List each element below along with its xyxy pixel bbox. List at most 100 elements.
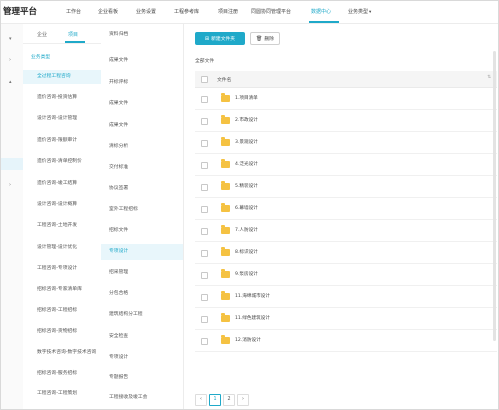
file-name[interactable]: 7.人防设计 bbox=[235, 227, 258, 233]
category-item[interactable]: 造价咨询-竣工结算 bbox=[23, 177, 101, 191]
nav-workbench[interactable]: 工作台 bbox=[66, 8, 81, 15]
row-checkbox[interactable] bbox=[201, 206, 208, 213]
app-window: 管理平台 工作台 企业看板 业务设置 工程参考库 项目注册 同圆协同管理平台 数… bbox=[0, 0, 499, 410]
row-checkbox[interactable] bbox=[201, 316, 208, 323]
tab-enterprise[interactable]: 企业 bbox=[37, 31, 47, 38]
category-item[interactable]: 招标咨询-服务招标 bbox=[23, 367, 101, 381]
scrollbar[interactable] bbox=[493, 51, 496, 341]
category-item[interactable]: 招标咨询-专家清单库 bbox=[23, 283, 101, 297]
table-row[interactable]: 6.幕墙设计 bbox=[195, 198, 497, 220]
subcategory-item[interactable]: 专题报告 bbox=[101, 370, 183, 386]
file-name[interactable]: 2.市政设计 bbox=[235, 117, 258, 123]
file-panel: ⊞ 新建文件夹 🗑 删除 全部文件 文件名 ⇅ 1.项目清单 2.市政设计 3.… bbox=[187, 24, 498, 409]
subcategory-item[interactable]: 招标文件 bbox=[101, 223, 183, 239]
row-checkbox[interactable] bbox=[201, 250, 208, 257]
tab-project[interactable]: 项目 bbox=[68, 31, 78, 38]
page-button-1[interactable]: 1 bbox=[209, 394, 221, 406]
new-folder-label: 新建文件夹 bbox=[211, 37, 236, 42]
category-item[interactable]: 数字技术咨询-数字技术咨询 bbox=[23, 346, 101, 360]
subcategory-item[interactable]: 清标分析 bbox=[101, 139, 183, 155]
row-checkbox[interactable] bbox=[201, 140, 208, 147]
rail-chevron-right-icon[interactable]: › bbox=[9, 182, 11, 188]
new-folder-button[interactable]: ⊞ 新建文件夹 bbox=[195, 32, 245, 45]
file-name[interactable]: 3.景观设计 bbox=[235, 139, 258, 145]
table-row[interactable]: 11.绿色建筑设计 bbox=[195, 308, 497, 330]
nav-data-center[interactable]: 数据中心 bbox=[311, 8, 331, 15]
next-page-button[interactable]: › bbox=[237, 394, 249, 406]
row-checkbox[interactable] bbox=[201, 338, 208, 345]
delete-button[interactable]: 🗑 删除 bbox=[250, 32, 280, 45]
file-name[interactable]: 9.泵房设计 bbox=[235, 271, 258, 277]
subcategory-item[interactable]: 开标评标 bbox=[101, 75, 183, 91]
table-row[interactable]: 11.海绵城市设计 bbox=[195, 286, 497, 308]
file-name[interactable]: 4.泛光设计 bbox=[235, 161, 258, 167]
subcategory-item[interactable]: 成果文件 bbox=[101, 96, 183, 112]
category-item[interactable]: 设计管理-设计优化 bbox=[23, 241, 101, 255]
file-name[interactable]: 8.标识设计 bbox=[235, 249, 258, 255]
subcategory-item[interactable]: 专项设计 bbox=[101, 350, 183, 366]
table-row[interactable]: 4.泛光设计 bbox=[195, 154, 497, 176]
page-button-2[interactable]: 2 bbox=[223, 394, 235, 406]
table-row[interactable]: 2.市政设计 bbox=[195, 110, 497, 132]
subcategory-item[interactable]: 成果文件 bbox=[101, 118, 183, 134]
chevron-down-icon: ▾ bbox=[369, 10, 372, 15]
row-checkbox[interactable] bbox=[201, 118, 208, 125]
subcategory-item[interactable]: 安全检查 bbox=[101, 329, 183, 345]
category-item[interactable]: 造价咨询-投资估算 bbox=[23, 91, 101, 105]
nav-business-type[interactable]: 业务类型▾ bbox=[348, 8, 371, 15]
file-name[interactable]: 5.精装设计 bbox=[235, 183, 258, 189]
table-row[interactable]: 3.景观设计 bbox=[195, 132, 497, 154]
nav-collab-platform[interactable]: 同圆协同管理平台 bbox=[251, 8, 291, 15]
subcategory-item[interactable]: 建筑结构分工程 bbox=[101, 307, 183, 323]
file-name[interactable]: 11.海绵城市设计 bbox=[235, 293, 270, 299]
rail-chevron-down-icon[interactable]: ▾ bbox=[9, 36, 12, 42]
subcategory-item[interactable]: 协议签署 bbox=[101, 181, 183, 197]
subcategory-item[interactable]: 分包合格 bbox=[101, 286, 183, 302]
row-checkbox[interactable] bbox=[201, 272, 208, 279]
table-row[interactable]: 7.人防设计 bbox=[195, 220, 497, 242]
category-item[interactable]: 造价咨询-限额审计 bbox=[23, 134, 101, 148]
subcategory-item[interactable]: 资料归档 bbox=[101, 27, 183, 43]
nav-business-type-label: 业务类型 bbox=[348, 9, 369, 15]
row-checkbox[interactable] bbox=[201, 162, 208, 169]
table-row[interactable]: 1.项目清单 bbox=[195, 88, 497, 110]
category-item[interactable]: 工程咨询-专项设计 bbox=[23, 262, 101, 276]
category-item[interactable]: 工程咨询-土地开发 bbox=[23, 219, 101, 233]
subcategory-item[interactable]: 工程接收及竣工会 bbox=[101, 390, 183, 406]
nav-business-settings[interactable]: 业务设置 bbox=[136, 8, 156, 15]
category-item[interactable]: 全过程工程咨询 bbox=[23, 70, 101, 84]
nav-collab-platform-label: 同圆协同管理平台 bbox=[251, 9, 292, 15]
category-item[interactable]: 造价咨询-清单控制价 bbox=[23, 155, 101, 169]
table-row[interactable]: 12.消防设计 bbox=[195, 330, 497, 352]
row-checkbox[interactable] bbox=[201, 184, 208, 191]
table-row[interactable]: 8.标识设计 bbox=[195, 242, 497, 264]
row-checkbox[interactable] bbox=[201, 228, 208, 235]
category-item[interactable]: 设计咨询-设计概算 bbox=[23, 198, 101, 212]
row-checkbox[interactable] bbox=[201, 294, 208, 301]
folder-icon bbox=[221, 247, 230, 256]
file-name[interactable]: 6.幕墙设计 bbox=[235, 205, 258, 211]
table-row[interactable]: 5.精装设计 bbox=[195, 176, 497, 198]
category-item[interactable]: 招标咨询-货物招标 bbox=[23, 325, 101, 339]
sort-icon[interactable]: ⇅ bbox=[487, 75, 491, 80]
select-all-checkbox[interactable] bbox=[201, 76, 208, 83]
file-name[interactable]: 11.绿色建筑设计 bbox=[235, 315, 270, 321]
subcategory-item[interactable]: 专项设计 bbox=[101, 244, 183, 260]
row-checkbox[interactable] bbox=[201, 96, 208, 103]
category-item[interactable]: 招标咨询-工程招标 bbox=[23, 304, 101, 318]
subcategory-item[interactable]: 成果文件 bbox=[101, 53, 183, 69]
nav-project-registration[interactable]: 项目注册 bbox=[218, 8, 238, 15]
subcategory-item[interactable]: 室外工程招标 bbox=[101, 202, 183, 218]
rail-chevron-up-icon[interactable]: ▴ bbox=[9, 79, 12, 85]
file-name[interactable]: 1.项目清单 bbox=[235, 95, 258, 101]
file-name[interactable]: 12.消防设计 bbox=[235, 337, 261, 343]
subcategory-item[interactable]: 招采管理 bbox=[101, 265, 183, 281]
rail-chevron-right-icon[interactable]: › bbox=[9, 57, 11, 63]
nav-enterprise-dashboard[interactable]: 企业看板 bbox=[98, 8, 118, 15]
category-item[interactable]: 设计咨询-设计管理 bbox=[23, 112, 101, 126]
prev-page-button[interactable]: ‹ bbox=[195, 394, 207, 406]
category-item[interactable]: 工程咨询-工程策划 bbox=[23, 387, 101, 401]
table-row[interactable]: 9.泵房设计 bbox=[195, 264, 497, 286]
subcategory-item[interactable]: 交付标准 bbox=[101, 160, 183, 176]
nav-engineering-library[interactable]: 工程参考库 bbox=[174, 8, 199, 15]
